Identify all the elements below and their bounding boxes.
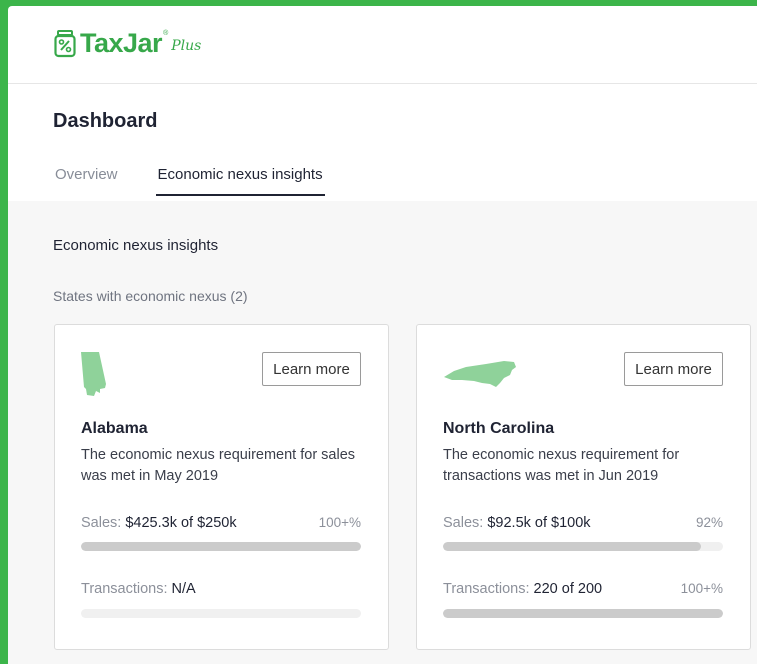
content-area: Economic nexus insights States with econ… [8,201,757,664]
transactions-metric: Transactions: 220 of 200 100+% [443,581,723,597]
state-card-alabama: Learn more Alabama The economic nexus re… [54,324,389,650]
sales-label: Sales: [81,515,122,531]
nexus-description: The economic nexus requirement for sales… [81,447,356,484]
tab-overview[interactable]: Overview [53,166,120,196]
nexus-description: The economic nexus requirement for trans… [443,447,680,484]
main-panel: TaxJar ® Plus Dashboard Overview Economi… [8,6,757,664]
taxjar-logo[interactable]: TaxJar ® Plus [54,28,201,59]
section-subtitle: States with economic nexus (2) [53,288,248,304]
page-title: Dashboard [53,110,158,132]
transactions-progress-bar [81,609,361,618]
sales-progress-fill [81,542,361,551]
transactions-label: Transactions: [443,581,530,597]
tab-economic-nexus-insights[interactable]: Economic nexus insights [155,166,325,196]
sales-progress-bar [81,542,361,551]
state-name: Alabama [81,420,148,437]
sales-value: $92.5k of $100k [487,515,591,531]
sales-percent: 100+% [318,515,361,530]
transactions-progress-bar [443,609,723,618]
transactions-label: Transactions: [81,581,168,597]
sales-progress-fill [443,542,701,551]
north-carolina-shape-icon [444,361,516,387]
transactions-value: N/A [171,581,196,597]
sales-value: $425.3k of $250k [125,515,237,531]
transactions-progress-fill [443,609,723,618]
brand-tier: Plus [171,37,202,54]
transactions-percent: 100+% [680,581,723,596]
transactions-metric: Transactions: N/A [81,581,361,597]
state-name: North Carolina [443,420,555,437]
tab-bar: Overview Economic nexus insights [53,166,361,196]
learn-more-button[interactable]: Learn more [262,352,361,386]
sales-progress-bar [443,542,723,551]
state-card-north-carolina: Learn more North Carolina The economic n… [416,324,751,650]
sales-metric: Sales: $425.3k of $250k 100+% [81,515,361,531]
top-bar: TaxJar ® Plus [8,6,757,84]
section-title: Economic nexus insights [53,237,219,254]
sales-percent: 92% [695,515,723,530]
transactions-value: 220 of 200 [533,581,603,597]
alabama-shape-icon [81,352,106,396]
sales-label: Sales: [443,515,484,531]
brand-registered-mark: ® [163,30,169,37]
learn-more-button[interactable]: Learn more [624,352,723,386]
sales-metric: Sales: $92.5k of $100k 92% [443,515,723,531]
brand-name: TaxJar [80,28,163,58]
jar-icon [54,29,76,57]
